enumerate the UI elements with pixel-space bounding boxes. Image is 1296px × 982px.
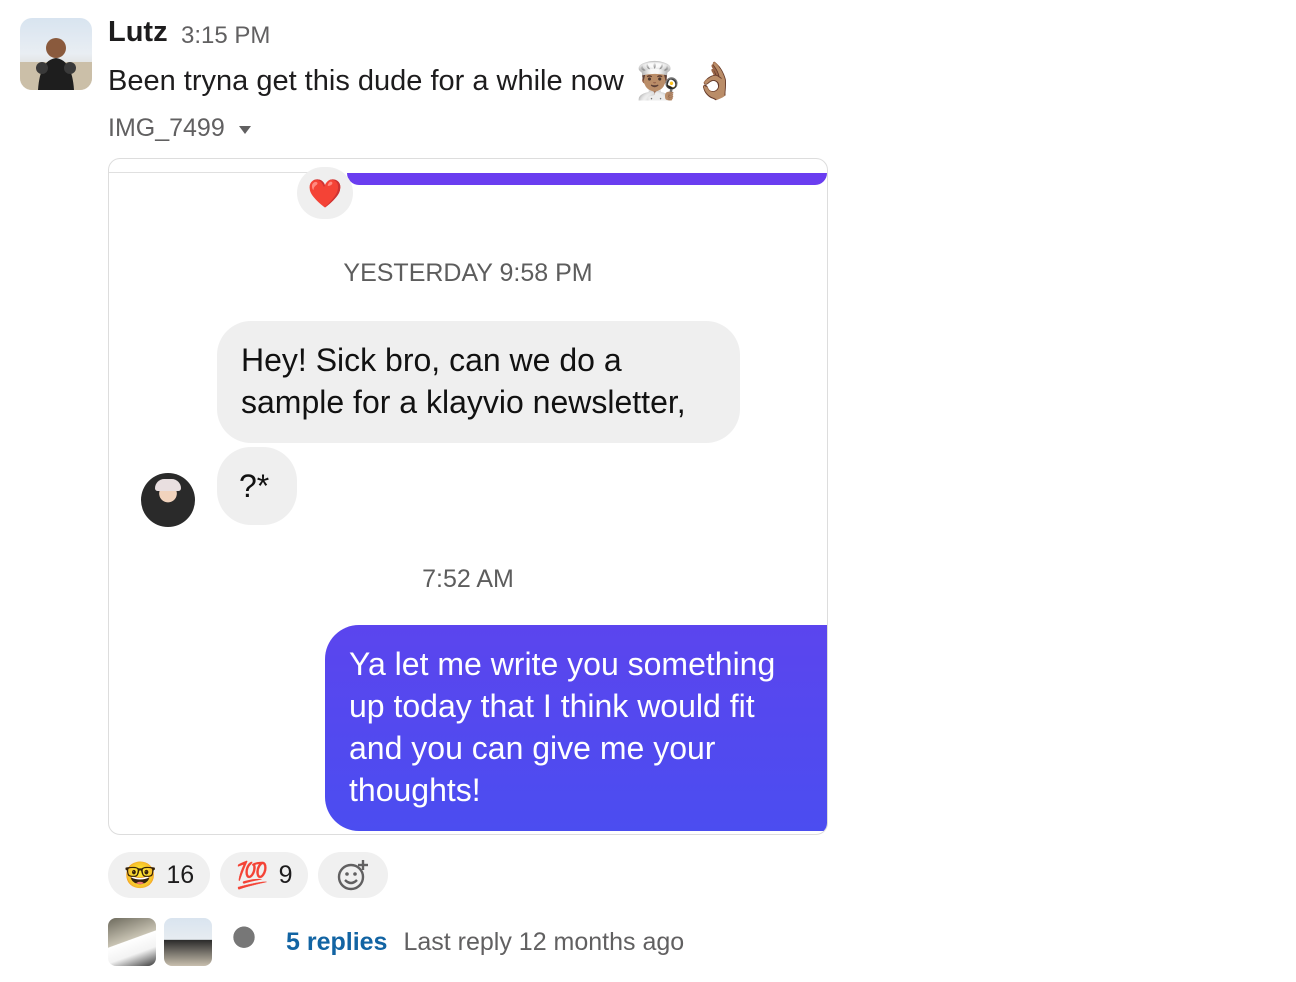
reply-avatar — [164, 918, 212, 966]
contact-hat-shape — [155, 479, 181, 491]
divider-line — [109, 172, 309, 173]
add-reaction-button[interactable] — [318, 852, 389, 898]
reaction-nerd[interactable]: 🤓 16 — [108, 852, 211, 898]
message-text: Been tryna get this dude for a while now — [108, 64, 624, 97]
received-message-bubble: Hey! Sick bro, can we do a sample for a … — [217, 321, 740, 443]
ok-hand-emoji-icon: 👌🏽 — [692, 60, 738, 101]
cook-emoji-icon: 👨🏽‍🍳 — [635, 60, 681, 101]
nerd-face-icon: 🤓 — [124, 859, 157, 890]
reply-avatar — [108, 918, 156, 966]
reaction-count: 16 — [166, 860, 195, 889]
hundred-points-icon: 💯 — [236, 859, 269, 890]
add-emoji-icon — [338, 860, 369, 891]
attached-image[interactable]: ❤️ YESTERDAY 9:58 PM Hey! Sick bro, can … — [108, 158, 828, 835]
message-body: Been tryna get this dude for a while now… — [108, 60, 738, 102]
reaction-hundred[interactable]: 💯 9 — [220, 852, 309, 898]
caret-down-icon — [238, 125, 251, 134]
sender-name[interactable]: Lutz — [108, 16, 168, 49]
last-reply-time: Last reply 12 months ago — [403, 927, 685, 956]
sender-avatar[interactable] — [20, 18, 92, 90]
message-timestamp[interactable]: 3:15 PM — [181, 22, 270, 50]
reply-avatar — [220, 918, 268, 966]
previous-sent-bubble-edge — [347, 173, 827, 185]
conversation-timestamp-2: 7:52 AM — [422, 565, 514, 593]
received-message-bubble-short: ?* — [217, 447, 297, 525]
heart-reaction-icon: ❤️ — [297, 167, 353, 219]
conversation-timestamp: YESTERDAY 9:58 PM — [343, 259, 593, 287]
sent-message-bubble: Ya let me write you something up today t… — [325, 625, 827, 831]
contact-avatar — [141, 473, 195, 527]
reactions-bar: 🤓 16 💯 9 — [108, 852, 389, 898]
thread-summary[interactable]: 5 replies Last reply 12 months ago — [108, 918, 684, 966]
avatar-photo — [20, 38, 92, 90]
attachment-name-toggle[interactable]: IMG_7499 — [108, 114, 251, 143]
replies-link[interactable]: 5 replies — [286, 928, 387, 957]
attachment-file-name: IMG_7499 — [108, 114, 225, 142]
reaction-count: 9 — [278, 860, 293, 889]
